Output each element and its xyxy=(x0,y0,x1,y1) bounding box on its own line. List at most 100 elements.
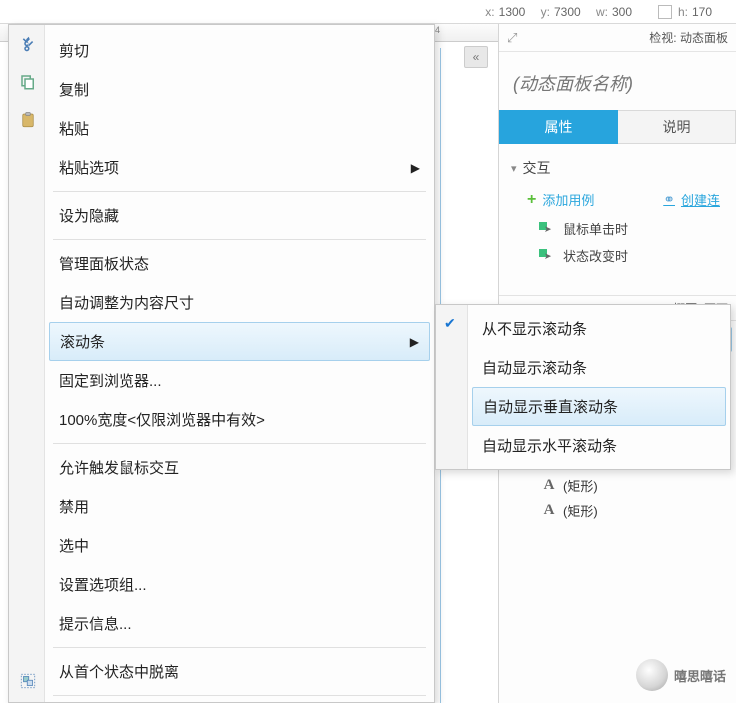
menu-item[interactable]: 从首个状态中脱离 xyxy=(45,652,434,691)
menu-separator xyxy=(53,695,426,696)
menu-item-label: 剪切 xyxy=(59,40,89,61)
lock-icon[interactable] xyxy=(658,5,672,19)
menu-item[interactable]: 禁用 xyxy=(45,487,434,526)
menu-separator xyxy=(53,191,426,192)
paste-icon xyxy=(19,111,37,129)
menu-item-label: 禁用 xyxy=(59,496,89,517)
menu-item[interactable]: 滚动条 ▶ xyxy=(49,322,430,361)
inspector-titlebar: ⤢ 检视: 动态面板 xyxy=(499,24,736,52)
menu-item-label: 固定到浏览器... xyxy=(59,370,162,391)
inspector-tabs: 属性 说明 xyxy=(499,110,736,144)
cut-icon xyxy=(19,35,37,53)
tab-properties[interactable]: 属性 xyxy=(499,110,618,144)
prop-w: w: 300 xyxy=(596,5,648,19)
avatar-icon xyxy=(636,659,668,691)
menu-item[interactable]: 提示信息... xyxy=(45,604,434,643)
chevron-down-icon: ▾ xyxy=(511,162,517,175)
tab-notes[interactable]: 说明 xyxy=(618,110,736,144)
submenu-arrow-icon: ▶ xyxy=(410,335,419,349)
menu-item[interactable]: 复制 xyxy=(45,70,434,109)
plus-icon: + xyxy=(527,192,536,208)
menu-item-label: 允许触发鼠标交互 xyxy=(59,457,179,478)
menu-item-label: 滚动条 xyxy=(60,331,105,352)
y-value[interactable]: 7300 xyxy=(554,5,590,19)
panel-collapse-chevron[interactable]: « xyxy=(464,46,488,68)
menu-item[interactable]: 固定到浏览器... xyxy=(45,361,434,400)
tree-row[interactable]: A(矩形) xyxy=(503,498,732,523)
text-icon: A xyxy=(541,478,557,493)
scrollbar-submenu: ✔ 从不显示滚动条自动显示滚动条自动显示垂直滚动条自动显示水平滚动条 xyxy=(435,304,731,470)
inspect-label: 检视: xyxy=(649,31,676,45)
inspector-title: 检视: 动态面板 xyxy=(649,29,728,46)
h-value[interactable]: 170 xyxy=(692,5,728,19)
menu-item[interactable]: 粘贴选项 ▶ xyxy=(45,148,434,187)
create-link-label: 创建连 xyxy=(681,190,720,209)
event-label: 鼠标单击时 xyxy=(563,219,628,238)
menu-item-label: 选中 xyxy=(59,535,89,556)
event-label: 状态改变时 xyxy=(563,246,628,265)
group-icon xyxy=(19,672,37,690)
submenu-arrow-icon: ▶ xyxy=(411,161,420,175)
panel-name-input[interactable]: (动态面板名称) xyxy=(499,52,736,110)
menu-item[interactable]: 允许触发鼠标交互 xyxy=(45,448,434,487)
submenu-item[interactable]: 自动显示水平滚动条 xyxy=(468,426,730,465)
menu-item-label: 自动调整为内容尺寸 xyxy=(59,292,194,313)
prop-h: h: 170 xyxy=(678,5,728,19)
submenu-items: 从不显示滚动条自动显示滚动条自动显示垂直滚动条自动显示水平滚动条 xyxy=(468,305,730,469)
section-header-interactions[interactable]: ▾ 交互 xyxy=(509,150,726,186)
w-value[interactable]: 300 xyxy=(612,5,648,19)
context-menu-iconcol xyxy=(9,25,45,702)
copy-icon xyxy=(19,73,37,91)
menu-item-label: 复制 xyxy=(59,79,89,100)
event-onclick[interactable]: 鼠标单击时 xyxy=(539,215,726,242)
menu-item-label: 设为隐藏 xyxy=(59,205,119,226)
menu-item[interactable]: 设置选项组... xyxy=(45,565,434,604)
check-icon: ✔ xyxy=(444,315,456,332)
menu-item-label: 设置选项组... xyxy=(59,574,147,595)
event-icon xyxy=(539,222,555,236)
section-title: 交互 xyxy=(523,158,551,178)
menu-item-label: 提示信息... xyxy=(59,613,132,634)
menu-item[interactable]: 剪切 xyxy=(45,31,434,70)
menu-item[interactable]: 100%宽度<仅限浏览器中有效> xyxy=(45,400,434,439)
menu-item[interactable]: 自动调整为内容尺寸 xyxy=(45,283,434,322)
property-bar: x: 1300 y: 7300 w: 300 h: 170 xyxy=(0,0,736,24)
menu-separator xyxy=(53,647,426,648)
expand-icon[interactable]: ⤢ xyxy=(507,30,517,46)
watermark: 暿思暿话 xyxy=(636,659,726,691)
tree-label: (矩形) xyxy=(563,501,598,520)
menu-item-label: 从首个状态中脱离 xyxy=(59,661,179,682)
link-icon: ⚭ xyxy=(663,191,675,208)
menu-item[interactable]: 设为隐藏 xyxy=(45,196,434,235)
section-interactions: ▾ 交互 + 添加用例 ⚭ 创建连 鼠标单击时 状态改变时 xyxy=(499,144,736,275)
submenu-item[interactable]: 自动显示垂直滚动条 xyxy=(472,387,726,426)
submenu-item[interactable]: 从不显示滚动条 xyxy=(468,309,730,348)
events-list: 鼠标单击时 状态改变时 xyxy=(509,215,726,269)
prop-x: x: 1300 xyxy=(485,5,534,19)
menu-separator xyxy=(53,239,426,240)
menu-item[interactable]: 管理面板状态 xyxy=(45,244,434,283)
context-menu: 剪切复制粘贴粘贴选项 ▶ 设为隐藏管理面板状态自动调整为内容尺寸滚动条 ▶ 固定到浏览器… xyxy=(8,24,435,703)
h-label: h: xyxy=(678,5,688,19)
event-icon xyxy=(539,249,555,263)
tree-label: (矩形) xyxy=(563,476,598,495)
x-value[interactable]: 1300 xyxy=(499,5,535,19)
create-link-button[interactable]: ⚭ 创建连 xyxy=(663,190,720,209)
menu-item[interactable]: 选中 xyxy=(45,526,434,565)
x-label: x: xyxy=(485,5,494,19)
inspect-value: 动态面板 xyxy=(680,31,728,45)
submenu-iconcol: ✔ xyxy=(436,305,468,469)
menu-item-label: 管理面板状态 xyxy=(59,253,149,274)
watermark-text: 暿思暿话 xyxy=(674,666,726,685)
add-case-button[interactable]: + 添加用例 xyxy=(527,190,594,209)
menu-separator xyxy=(53,443,426,444)
lock-icons xyxy=(658,5,672,19)
menu-item[interactable]: 粘贴 xyxy=(45,109,434,148)
prop-y: y: 7300 xyxy=(541,5,590,19)
y-label: y: xyxy=(541,5,550,19)
submenu-item[interactable]: 自动显示滚动条 xyxy=(468,348,730,387)
tree-row[interactable]: A (矩形) xyxy=(503,473,732,498)
menu-item-label: 粘贴选项 xyxy=(59,157,119,178)
menu-item-label: 100%宽度<仅限浏览器中有效> xyxy=(59,409,265,430)
event-onstatechange[interactable]: 状态改变时 xyxy=(539,242,726,269)
